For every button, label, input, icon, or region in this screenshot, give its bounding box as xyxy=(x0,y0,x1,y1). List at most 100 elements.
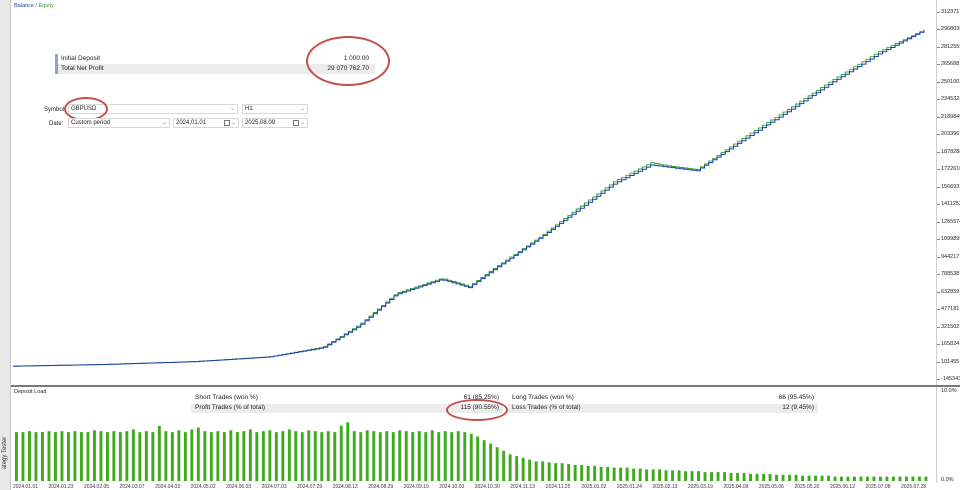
deposit-load-bar xyxy=(736,473,739,481)
x-tick-label: 2025.06.12 xyxy=(829,484,855,490)
deposit-load-bar xyxy=(411,432,415,482)
deposit-load-bar xyxy=(482,440,486,481)
x-tick-label: 2024.06.03 xyxy=(226,484,252,490)
x-tick-label: 2024.01.23 xyxy=(48,484,74,490)
calendar-icon[interactable] xyxy=(293,120,299,126)
deposit-load-bar xyxy=(54,432,57,482)
deposit-load-bar xyxy=(586,465,590,481)
calendar-icon[interactable] xyxy=(224,120,230,126)
x-tick-label: 2024.11.13 xyxy=(510,484,535,490)
chevron-down-icon: ⌄ xyxy=(161,120,167,126)
long-trades-row: Long Trades (won %) 66 (95.45%) xyxy=(508,394,818,403)
y-tick-label: 1878288 xyxy=(941,148,960,155)
deposit-load-bar xyxy=(138,432,142,482)
y-tick xyxy=(937,204,940,206)
x-tick-label: 2024.08.29 xyxy=(368,484,394,490)
y-tick-label: 1255574 xyxy=(941,218,960,225)
deposit-load-bar xyxy=(372,431,376,481)
deposit-load-bar xyxy=(840,476,843,482)
strategy-tester-sidebar: ategy Tester xyxy=(0,0,11,490)
chevron-down-icon: ⌄ xyxy=(229,106,235,112)
date-label: Date: xyxy=(49,121,64,127)
y-tick-label: 944217 xyxy=(941,253,960,260)
deposit-load-bar xyxy=(846,476,850,482)
deposit-load-bar xyxy=(671,470,674,481)
x-tick-label: 2025.03.19 xyxy=(687,484,713,490)
x-tick-label: 2025.01.02 xyxy=(581,484,607,490)
y-tick xyxy=(937,291,940,293)
y-tick xyxy=(937,221,940,223)
deposit-load-bar xyxy=(534,461,538,481)
y-tick xyxy=(937,29,940,31)
y-tick-label: 632859 xyxy=(941,288,960,295)
deposit-load-bar xyxy=(593,465,597,481)
deposit-load-bar xyxy=(853,476,856,482)
x-tick-label: 2025.01.24 xyxy=(616,484,642,490)
date-from-value: 2024.01.01 xyxy=(176,120,207,126)
chevron-down-icon: ⌄ xyxy=(299,120,305,126)
y-tick xyxy=(937,274,940,276)
x-tick-label: 2024.08.13 xyxy=(332,484,358,490)
deposit-load-bar xyxy=(112,431,116,481)
deposit-load-bar xyxy=(378,432,382,482)
deposit-load-bar xyxy=(248,429,252,481)
net-profit-label: Total Net Profit xyxy=(61,65,104,72)
x-tick-label: 2025.02.13 xyxy=(652,484,678,490)
deposit-load-bar xyxy=(417,431,421,481)
deposit-load-bar xyxy=(801,475,804,481)
deposit-load-bar xyxy=(476,436,480,481)
highlight-oval-profit xyxy=(306,36,390,86)
y-tick-label: 1722610 xyxy=(941,166,960,173)
deposit-load-bar xyxy=(677,470,681,481)
short-trades-label: Short Trades (won %) xyxy=(195,394,258,401)
x-tick-label: 2025.05.20 xyxy=(794,484,820,490)
deposit-load-bar xyxy=(333,432,337,482)
series-line-equity xyxy=(13,29,925,367)
y-tick-label: 101455 xyxy=(941,358,960,365)
deposit-load-bar xyxy=(346,422,350,481)
deposit-load-bar xyxy=(469,433,473,481)
loss-trades-value: 12 (9.45%) xyxy=(782,404,814,411)
deposit-load-bar xyxy=(216,431,220,481)
sidebar-label: ategy Tester xyxy=(2,436,8,470)
deposit-load-bar xyxy=(573,465,577,481)
deposit-load-bar xyxy=(261,431,265,481)
deposit-load-bar xyxy=(131,429,135,481)
series-line-balance xyxy=(13,30,925,367)
x-tick-label: 2024.07.03 xyxy=(261,484,287,490)
deposit-load-bar xyxy=(404,431,408,481)
deposit-load-bar xyxy=(762,473,765,481)
deposit-load-bar xyxy=(60,431,64,481)
date-to-input[interactable]: 2025.08.09 ⌄ xyxy=(242,118,308,128)
date-from-input[interactable]: 2024.01.01 ⌄ xyxy=(173,118,239,128)
deposit-load-bar xyxy=(833,476,837,482)
deposit-load-bar xyxy=(749,473,752,481)
deposit-load-bar xyxy=(463,432,467,482)
y-tick-label: 2968038 xyxy=(941,26,960,33)
deposit-load-bar xyxy=(86,432,90,482)
deposit-load-bar xyxy=(528,459,532,481)
deposit-load-bar xyxy=(820,475,824,481)
deposit-load-bar xyxy=(690,471,694,481)
deposit-load-bar xyxy=(300,432,304,482)
deposit-load-bar xyxy=(632,468,636,481)
y-tick-label: 1566931 xyxy=(941,183,960,190)
deposit-load-bar xyxy=(125,431,129,481)
upper-y-axis: 3123717 2968038 2812559 2656881 2501002 23453… xyxy=(936,0,960,385)
pane-divider[interactable] xyxy=(11,385,960,387)
loss-trades-row: Loss Trades (% of total) 12 (9.45%) xyxy=(508,404,818,413)
deposit-load-bar xyxy=(781,474,785,481)
deposit-load-bar xyxy=(456,431,460,481)
x-tick-label: 2025.07.08 xyxy=(865,484,891,490)
period-select[interactable]: Custom period ⌄ xyxy=(68,118,170,128)
y-tick xyxy=(937,361,940,363)
timeframe-select[interactable]: H1 ⌄ xyxy=(242,104,308,114)
y-tick-label: 2345324 xyxy=(941,96,960,103)
deposit-load-bar xyxy=(203,431,207,481)
deposit-load-bar xyxy=(703,472,707,481)
deposit-load-bar xyxy=(645,469,649,481)
deposit-load-bar xyxy=(15,432,18,482)
deposit-load-bar xyxy=(437,432,441,482)
deposit-load-bar xyxy=(495,447,499,481)
deposit-load-bar xyxy=(658,469,661,481)
